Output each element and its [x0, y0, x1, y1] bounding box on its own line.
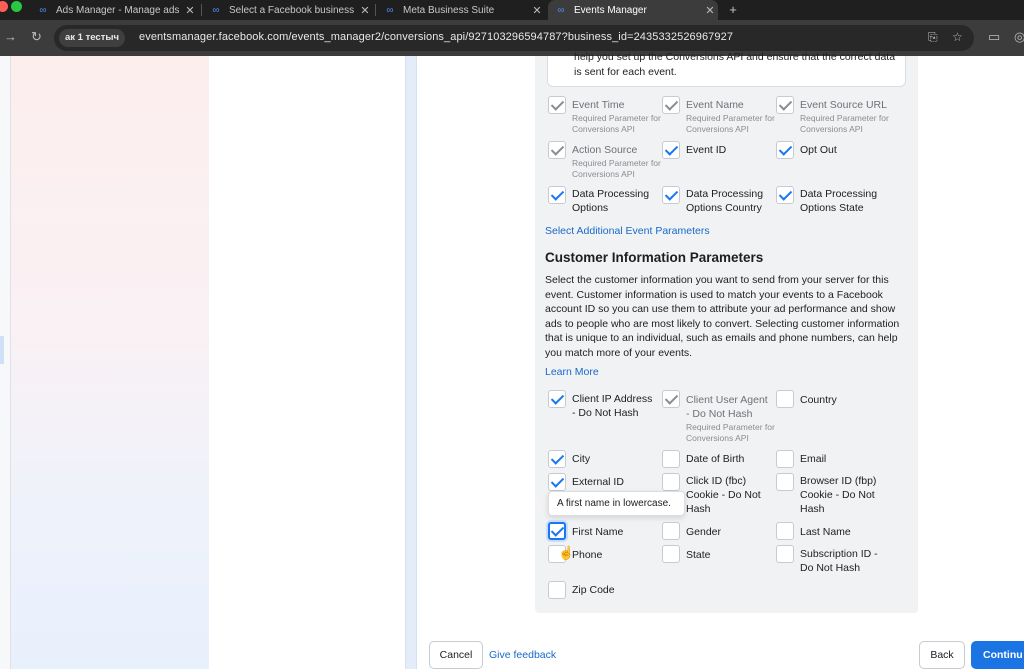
label-event-id: Event ID — [686, 144, 727, 156]
checkbox-client-user-agent[interactable] — [662, 390, 680, 408]
checkbox-email[interactable] — [776, 450, 794, 468]
meta-logo-icon: ∞ — [557, 4, 565, 16]
meta-logo-icon: ∞ — [212, 4, 220, 16]
tab-events-manager[interactable]: ∞ Events Manager ✕ — [548, 0, 718, 20]
panel-divider — [405, 56, 417, 669]
checkbox-opt-out[interactable] — [776, 141, 794, 159]
camera-icon[interactable]: ▭ — [988, 29, 1000, 45]
label-country: Country — [800, 394, 837, 406]
hand-pointer-icon: ☝ — [558, 545, 575, 560]
window-zoom-control[interactable] — [11, 1, 22, 12]
checkbox-gender[interactable] — [662, 522, 680, 540]
tab-ads-manager[interactable]: ∞ Ads Manager - Manage ads - ✕ — [30, 0, 198, 20]
note-event-time: Required Parameter for Conversions API — [572, 113, 661, 134]
learn-more-link[interactable]: Learn More — [545, 366, 599, 378]
label-external-id: External ID — [572, 476, 624, 488]
note-event-name: Required Parameter for Conversions API — [686, 113, 775, 134]
label-city: City — [572, 453, 591, 465]
checkbox-data-processing-options-state[interactable] — [776, 186, 794, 204]
checkbox-click-id-fbc[interactable] — [662, 473, 680, 491]
bookmark-star-icon[interactable]: ☆ — [952, 30, 963, 44]
note-client-user-agent: Required Parameter for Conversions API — [686, 422, 775, 443]
checkbox-data-processing-options-country[interactable] — [662, 186, 680, 204]
checkbox-event-id[interactable] — [662, 141, 680, 159]
checkbox-subscription-id[interactable] — [776, 545, 794, 563]
translate-icon[interactable]: ⎘ — [928, 30, 938, 45]
checkbox-data-processing-options[interactable] — [548, 186, 566, 204]
label-subscription-id: Subscription ID - Do Not Hash — [800, 548, 878, 574]
checkbox-date-of-birth[interactable] — [662, 450, 680, 468]
left-panel-content — [209, 56, 405, 669]
back-button[interactable]: Back — [919, 641, 965, 669]
label-client-user-agent: Client User Agent - Do Not Hash — [686, 394, 768, 420]
customer-info-title: Customer Information Parameters — [545, 250, 764, 265]
cancel-button[interactable]: Cancel — [429, 641, 483, 669]
label-last-name: Last Name — [800, 526, 851, 538]
checkbox-action-source[interactable] — [548, 141, 566, 159]
select-additional-event-parameters-link[interactable]: Select Additional Event Parameters — [545, 225, 710, 237]
close-icon[interactable]: ✕ — [702, 4, 718, 17]
tab-select-facebook-business[interactable]: ∞ Select a Facebook business ✕ — [203, 0, 373, 20]
first-name-tooltip: A first name in lowercase. — [548, 491, 685, 516]
checkbox-country[interactable] — [776, 390, 794, 408]
checkbox-external-id[interactable] — [548, 473, 566, 491]
label-zip-code: Zip Code — [572, 584, 615, 596]
give-feedback-link[interactable]: Give feedback — [489, 649, 556, 661]
label-data-processing-options-state: Data Processing Options State — [800, 188, 878, 214]
checkbox-first-name[interactable] — [548, 522, 566, 540]
label-event-name: Event Name — [686, 99, 744, 111]
browser-tab-bar: ∞ Ads Manager - Manage ads - ✕ ∞ Select … — [0, 0, 1024, 20]
left-nav-edge — [0, 56, 11, 669]
label-first-name: First Name — [572, 526, 624, 538]
checkbox-browser-id-fbp[interactable] — [776, 473, 794, 491]
checkbox-zip-code[interactable] — [548, 581, 566, 599]
label-phone: Phone — [572, 549, 603, 561]
label-client-ip-address: Client IP Address - Do Not Hash — [572, 393, 653, 419]
label-opt-out: Opt Out — [800, 144, 837, 156]
url-text[interactable]: eventsmanager.facebook.com/events_manage… — [139, 31, 733, 43]
address-bar[interactable]: ак 1 тестыч eventsmanager.facebook.com/e… — [54, 25, 974, 51]
meta-logo-icon: ∞ — [386, 4, 394, 16]
note-event-source-url: Required Parameter for Conversions API — [800, 113, 889, 134]
note-action-source: Required Parameter for Conversions API — [572, 158, 661, 179]
checkbox-event-time[interactable] — [548, 96, 566, 114]
tab-meta-business-suite[interactable]: ∞ Meta Business Suite ✕ — [377, 0, 545, 20]
forward-icon[interactable]: → — [4, 29, 17, 44]
label-state: State — [686, 549, 711, 561]
checkbox-city[interactable] — [548, 450, 566, 468]
checkbox-event-source-url[interactable] — [776, 96, 794, 114]
meta-logo-icon: ∞ — [39, 4, 47, 16]
close-icon[interactable]: ✕ — [529, 4, 545, 17]
label-event-source-url: Event Source URL — [800, 99, 887, 111]
label-email: Email — [800, 453, 827, 465]
tab-separator — [375, 4, 376, 16]
close-icon[interactable]: ✕ — [182, 4, 198, 17]
tab-separator — [201, 4, 202, 16]
label-click-id-fbc: Click ID (fbc) Cookie - Do Not Hash — [686, 475, 761, 515]
label-gender: Gender — [686, 526, 722, 538]
left-panel-background — [11, 56, 209, 669]
label-event-time: Event Time — [572, 99, 625, 111]
label-data-processing-options: Data Processing Options — [572, 188, 650, 214]
reload-icon[interactable]: ↻ — [31, 29, 42, 45]
label-action-source: Action Source — [572, 144, 638, 156]
nav-active-marker — [0, 336, 4, 364]
new-tab-button[interactable]: + — [724, 0, 742, 20]
window-close-control[interactable] — [0, 1, 8, 12]
intro-note-text: help you set up the Conversions API and … — [574, 51, 896, 78]
label-date-of-birth: Date of Birth — [686, 453, 745, 465]
checkbox-client-ip-address[interactable] — [548, 390, 566, 408]
close-icon[interactable]: ✕ — [357, 4, 373, 17]
continue-button[interactable]: Continue — [971, 641, 1024, 669]
checkbox-last-name[interactable] — [776, 522, 794, 540]
checkbox-state[interactable] — [662, 545, 680, 563]
label-browser-id-fbp: Browser ID (fbp) Cookie - Do Not Hash — [800, 475, 877, 515]
customer-info-description: Select the customer information you want… — [545, 274, 900, 359]
checkbox-event-name[interactable] — [662, 96, 680, 114]
extensions-icon[interactable]: ◎ — [1014, 29, 1024, 45]
site-info-chip[interactable]: ак 1 тестыч — [59, 29, 125, 47]
label-data-processing-options-country: Data Processing Options Country — [686, 188, 764, 214]
